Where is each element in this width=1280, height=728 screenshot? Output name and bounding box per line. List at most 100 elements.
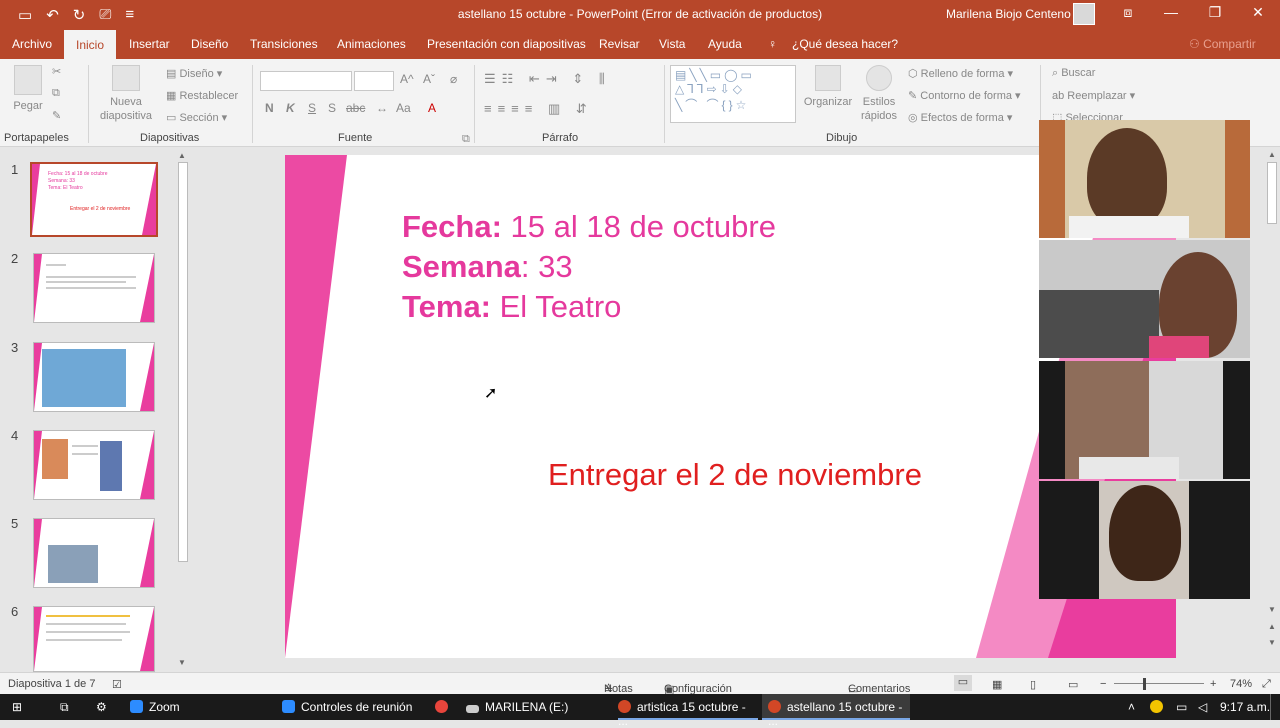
font-name-combo[interactable] (260, 71, 352, 91)
prev-slide-icon[interactable]: ▲ (1268, 622, 1276, 631)
start-button[interactable]: ⊞ (12, 694, 22, 720)
tab-vista[interactable]: Vista (659, 37, 685, 51)
tab-revisar[interactable]: Revisar (599, 37, 640, 51)
section-button[interactable]: ▭ Sección ▾ (166, 111, 227, 124)
italic-button[interactable]: K (286, 101, 295, 115)
cut-icon[interactable]: ✂ (52, 65, 61, 78)
tell-me-search[interactable]: ¿Qué desea hacer? (792, 37, 898, 51)
share-button[interactable]: ⚇ Compartir (1189, 37, 1256, 51)
shrink-font-icon[interactable]: Aˇ (423, 72, 435, 86)
new-slide-button[interactable]: Nueva diapositiva (96, 65, 156, 123)
slideshow-icon[interactable]: ▭ (1068, 678, 1078, 691)
change-case-button[interactable]: Aa (396, 101, 411, 115)
layout-button[interactable]: ▤ Diseño ▾ (166, 67, 222, 80)
shape-outline-button[interactable]: ✎ Contorno de forma ▾ (908, 89, 1021, 102)
slide-deadline[interactable]: Entregar el 2 de noviembre (548, 457, 922, 493)
ribbon-display-icon[interactable]: ⧈ (1116, 4, 1140, 21)
slide-thumbnail-2[interactable] (33, 253, 155, 323)
bold-button[interactable]: N (265, 101, 274, 115)
network-icon[interactable]: ▭ (1176, 694, 1187, 720)
settings-icon[interactable]: ⚙ (96, 694, 107, 720)
thumbnail-scrollbar[interactable]: ▲ ▼ (176, 150, 190, 670)
find-button[interactable]: ⌕ Buscar (1052, 67, 1095, 80)
scroll-down-icon[interactable]: ▼ (178, 658, 186, 667)
slide-topic-line[interactable]: Tema: El Teatro (402, 289, 621, 325)
reading-view-icon[interactable]: ▯ (1030, 678, 1036, 691)
slide-thumbnail-4[interactable] (33, 430, 155, 500)
zoom-level[interactable]: 74% (1230, 678, 1252, 690)
slide-scrollbar[interactable]: ▲ ▼ ▲ ▼ (1264, 148, 1280, 672)
grow-font-icon[interactable]: A^ (400, 72, 414, 86)
normal-view-icon[interactable]: ▭ (954, 675, 972, 691)
zoom-slider-thumb[interactable] (1143, 678, 1146, 690)
clear-format-icon[interactable]: ⌀ (450, 72, 457, 86)
video-tile-4[interactable] (1039, 481, 1250, 599)
copy-icon[interactable]: ⧉ (52, 87, 60, 100)
tab-insertar[interactable]: Insertar (129, 37, 170, 51)
font-size-combo[interactable] (354, 71, 394, 91)
fit-slide-icon[interactable]: ⤢ (1262, 678, 1271, 691)
shape-icons[interactable]: ▤╲╲▭◯▭ △⅂⅂⇨⇩◇ ╲⌒ ⌒{}☆ (675, 68, 755, 113)
norton-icon[interactable] (1150, 694, 1169, 720)
zoom-slider[interactable] (1114, 683, 1204, 684)
align-icons[interactable]: ≡≡≡≡ ▥ ⇵ (484, 101, 593, 117)
scroll-thumb[interactable] (178, 162, 188, 562)
clock[interactable]: 9:17 a.m. (1220, 694, 1270, 720)
zoom-in-icon[interactable]: + (1210, 678, 1216, 690)
shape-effects-button[interactable]: ◎ Efectos de forma ▾ (908, 111, 1012, 124)
slide-date-line[interactable]: Fecha: 15 al 18 de octubre (402, 209, 776, 245)
tab-inicio[interactable]: Inicio (64, 30, 117, 59)
taskbar-chrome[interactable] (435, 694, 455, 720)
tab-archivo[interactable]: Archivo (12, 37, 52, 51)
paste-button[interactable]: Pegar (10, 65, 46, 113)
font-color-icon[interactable]: A (428, 101, 436, 115)
show-desktop-button[interactable] (1270, 694, 1276, 720)
tab-transiciones[interactable]: Transiciones (250, 37, 318, 51)
taskbar-drive[interactable]: MARILENA (E:) (466, 694, 606, 720)
user-name[interactable]: Marilena Biojo Centeno (946, 7, 1071, 21)
video-tile-3[interactable] (1039, 361, 1250, 479)
list-icons[interactable]: ☰☷ ⇤⇥ ⇕ ⫼ (484, 71, 611, 87)
scroll-thumb[interactable] (1267, 162, 1277, 224)
slide-sorter-icon[interactable]: ▦ (992, 678, 1002, 691)
task-view-icon[interactable]: ⧉ (60, 694, 69, 720)
taskbar-powerpoint-artistica[interactable]: artistica 15 octubre - ... (618, 694, 758, 728)
spell-check-icon[interactable]: ☑ (112, 678, 122, 691)
slide-week-line[interactable]: Semana: 33 (402, 249, 573, 285)
scroll-up-icon[interactable]: ▲ (178, 151, 186, 160)
shadow-button[interactable]: S (328, 101, 336, 115)
video-tile-2[interactable] (1039, 240, 1250, 358)
quick-styles-button[interactable]: Estilos rápidos (854, 65, 904, 123)
avatar[interactable] (1073, 3, 1095, 25)
strikethrough-button[interactable]: abc (346, 101, 365, 115)
shapes-gallery[interactable]: ▤╲╲▭◯▭ △⅂⅂⇨⇩◇ ╲⌒ ⌒{}☆ (670, 65, 796, 123)
video-tile-1[interactable] (1039, 120, 1250, 238)
dialog-launcher-icon[interactable]: ⧉ (462, 133, 470, 146)
tray-chevron-icon[interactable]: ˄ (1128, 694, 1135, 720)
shape-fill-button[interactable]: ⬡ Relleno de forma ▾ (908, 67, 1013, 80)
zoom-out-icon[interactable]: − (1100, 678, 1106, 690)
slide-thumbnail-6[interactable] (33, 606, 155, 672)
scroll-up-icon[interactable]: ▲ (1268, 150, 1276, 159)
tab-diseno[interactable]: Diseño (191, 37, 228, 51)
slide-thumbnail-3[interactable] (33, 342, 155, 412)
close-icon[interactable]: ✕ (1246, 4, 1270, 21)
spacing-icon[interactable]: ↔ (376, 101, 388, 115)
replace-button[interactable]: ab Reemplazar ▾ (1052, 89, 1135, 102)
tab-animaciones[interactable]: Animaciones (337, 37, 406, 51)
reset-button[interactable]: ▦ Restablecer (166, 89, 238, 102)
underline-button[interactable]: S (308, 101, 316, 115)
minimize-icon[interactable]: — (1159, 4, 1183, 20)
taskbar-meeting-controls[interactable]: Controles de reunión (282, 694, 422, 720)
taskbar-zoom[interactable]: Zoom (130, 694, 240, 720)
maximize-icon[interactable]: ❐ (1203, 4, 1227, 21)
slide-thumbnail-5[interactable] (33, 518, 155, 588)
next-slide-icon[interactable]: ▼ (1268, 638, 1276, 647)
format-painter-icon[interactable]: ✎ (52, 109, 61, 122)
slide-thumbnail-1[interactable]: Fecha: 15 al 18 de octubre Semana: 33 Te… (30, 162, 158, 237)
volume-icon[interactable]: ◁ (1198, 694, 1207, 720)
taskbar-powerpoint-castellano[interactable]: astellano 15 octubre - ... (762, 694, 910, 728)
tab-presentacion[interactable]: Presentación con diapositivas (427, 37, 586, 51)
scroll-down-icon[interactable]: ▼ (1268, 605, 1276, 614)
tab-ayuda[interactable]: Ayuda (708, 37, 742, 51)
